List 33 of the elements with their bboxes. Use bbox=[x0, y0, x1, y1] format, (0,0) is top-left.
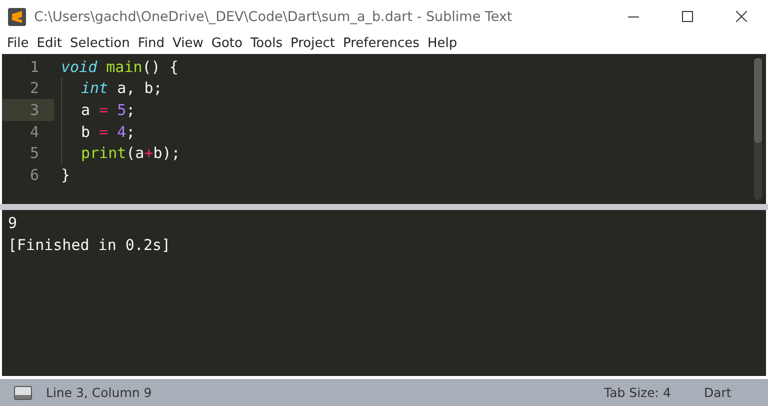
output-line: [Finished in 0.2s] bbox=[8, 236, 172, 256]
close-icon[interactable] bbox=[736, 11, 746, 22]
window-title: C:\Users\gachd\OneDrive\_DEV\Code\Dart\sum_a_b.dart - Sublime Text bbox=[34, 8, 514, 24]
code-line: b = 4; bbox=[81, 122, 136, 141]
line-number: 4 bbox=[28, 122, 39, 141]
code-line: a = 5; bbox=[81, 100, 136, 119]
menu-item[interactable]: View bbox=[170, 36, 208, 51]
cursor-position: Line 3, Column 9 bbox=[46, 385, 153, 400]
menu-item[interactable]: Tools bbox=[247, 36, 288, 51]
code-line: print(a+b); bbox=[81, 144, 180, 162]
line-number: 5 bbox=[28, 144, 39, 162]
menu-item[interactable]: Project bbox=[287, 36, 340, 51]
menu-item[interactable]: Find bbox=[134, 36, 170, 51]
menu-item[interactable]: Preferences bbox=[340, 36, 424, 51]
menu-item[interactable]: Edit bbox=[34, 36, 67, 51]
app-logo-icon bbox=[8, 8, 26, 26]
code-line: } bbox=[61, 166, 70, 184]
line-number: 1 bbox=[28, 58, 39, 76]
code-line: void main() { bbox=[61, 58, 178, 76]
menu-item[interactable]: Help bbox=[424, 36, 462, 51]
panel-icon[interactable] bbox=[14, 386, 32, 400]
maximize-icon[interactable] bbox=[682, 11, 692, 22]
code-line: int a, b; bbox=[81, 79, 162, 98]
menu-item[interactable]: File bbox=[4, 36, 34, 51]
line-number: 3 bbox=[28, 100, 39, 119]
menu-item[interactable]: Goto bbox=[208, 36, 248, 51]
syntax-label[interactable]: Dart bbox=[704, 385, 768, 400]
output-line: 9 bbox=[8, 214, 18, 234]
scrollbar[interactable] bbox=[754, 58, 762, 200]
tab-size[interactable]: Tab Size: 4 bbox=[604, 385, 704, 400]
line-number: 2 bbox=[28, 79, 39, 98]
menu-item[interactable]: Selection bbox=[66, 36, 135, 51]
line-number: 6 bbox=[28, 166, 39, 184]
